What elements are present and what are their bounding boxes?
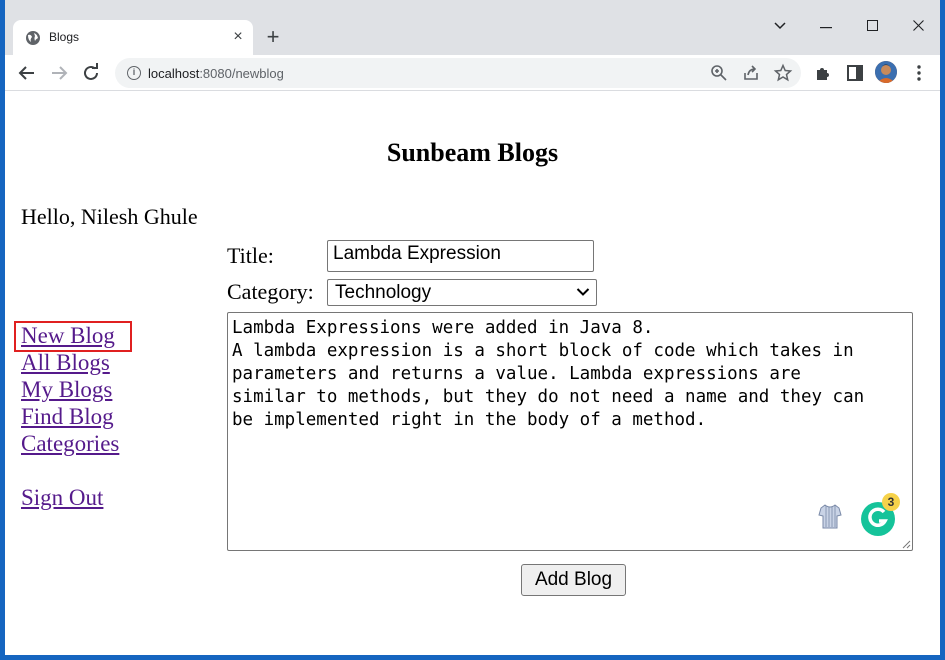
close-window-icon[interactable]	[903, 12, 933, 40]
page-title: Sunbeam Blogs	[386, 138, 559, 167]
greeting-text: Hello, Nilesh Ghule	[21, 204, 198, 229]
bookmark-star-icon[interactable]	[773, 63, 793, 83]
category-label: Category:	[227, 279, 314, 304]
all-blogs-link[interactable]: All Blogs	[21, 349, 119, 376]
forward-arrow-icon[interactable]	[47, 61, 71, 85]
shirt-icon[interactable]	[816, 502, 844, 530]
url-path: :8080/newblog	[199, 66, 284, 81]
add-blog-button[interactable]: Add Blog	[521, 564, 626, 596]
browser-toolbar: i localhost:8080/newblog	[5, 55, 940, 91]
chevron-down-icon	[576, 288, 590, 296]
back-arrow-icon[interactable]	[15, 61, 39, 85]
new-blog-link[interactable]: New Blog	[21, 322, 119, 349]
title-input[interactable]: Lambda Expression	[327, 240, 594, 272]
grammarly-badge: 3	[882, 493, 900, 511]
page-content: Sunbeam Blogs Hello, Nilesh Ghule New Bl…	[5, 92, 940, 655]
url-host: localhost	[148, 66, 200, 81]
resize-grip-icon[interactable]	[902, 540, 911, 549]
address-bar[interactable]: i localhost:8080/newblog	[115, 58, 801, 88]
menu-kebab-icon[interactable]	[907, 61, 931, 85]
categories-link[interactable]: Categories	[21, 430, 119, 457]
my-blogs-link[interactable]: My Blogs	[21, 376, 119, 403]
globe-icon	[26, 31, 40, 45]
share-icon[interactable]	[741, 63, 761, 83]
close-tab-icon[interactable]: ×	[231, 29, 245, 45]
browser-window: Blogs × + i localhost:8080/newblog Sunbe…	[5, 0, 940, 655]
tab-title: Blogs	[49, 30, 80, 44]
avatar[interactable]	[875, 61, 897, 83]
site-info-icon[interactable]: i	[127, 66, 141, 80]
contents-textarea[interactable]: Lambda Expressions were added in Java 8.…	[227, 312, 913, 551]
new-tab-button[interactable]: +	[261, 26, 285, 50]
maximize-icon[interactable]	[857, 12, 887, 40]
title-label: Title:	[227, 243, 274, 268]
category-select[interactable]: Technology	[327, 279, 597, 306]
find-blog-link[interactable]: Find Blog	[21, 403, 119, 430]
zoom-icon[interactable]	[709, 63, 729, 83]
url-text[interactable]: localhost:8080/newblog	[148, 66, 284, 81]
sign-out-link[interactable]: Sign Out	[21, 484, 119, 511]
extensions-icon[interactable]	[811, 61, 835, 85]
browser-tab[interactable]: Blogs ×	[13, 20, 253, 55]
minimize-icon[interactable]	[811, 12, 841, 40]
category-value: Technology	[335, 282, 432, 303]
contents-text: Lambda Expressions were added in Java 8.…	[232, 318, 865, 430]
tab-search-icon[interactable]	[765, 12, 795, 40]
nav-links: New Blog All Blogs My Blogs Find Blog Ca…	[21, 322, 119, 511]
side-panel-icon[interactable]	[843, 61, 867, 85]
tab-strip: Blogs × +	[5, 0, 940, 55]
reload-icon[interactable]	[79, 61, 103, 85]
grammarly-widget[interactable]: 3	[860, 493, 904, 537]
